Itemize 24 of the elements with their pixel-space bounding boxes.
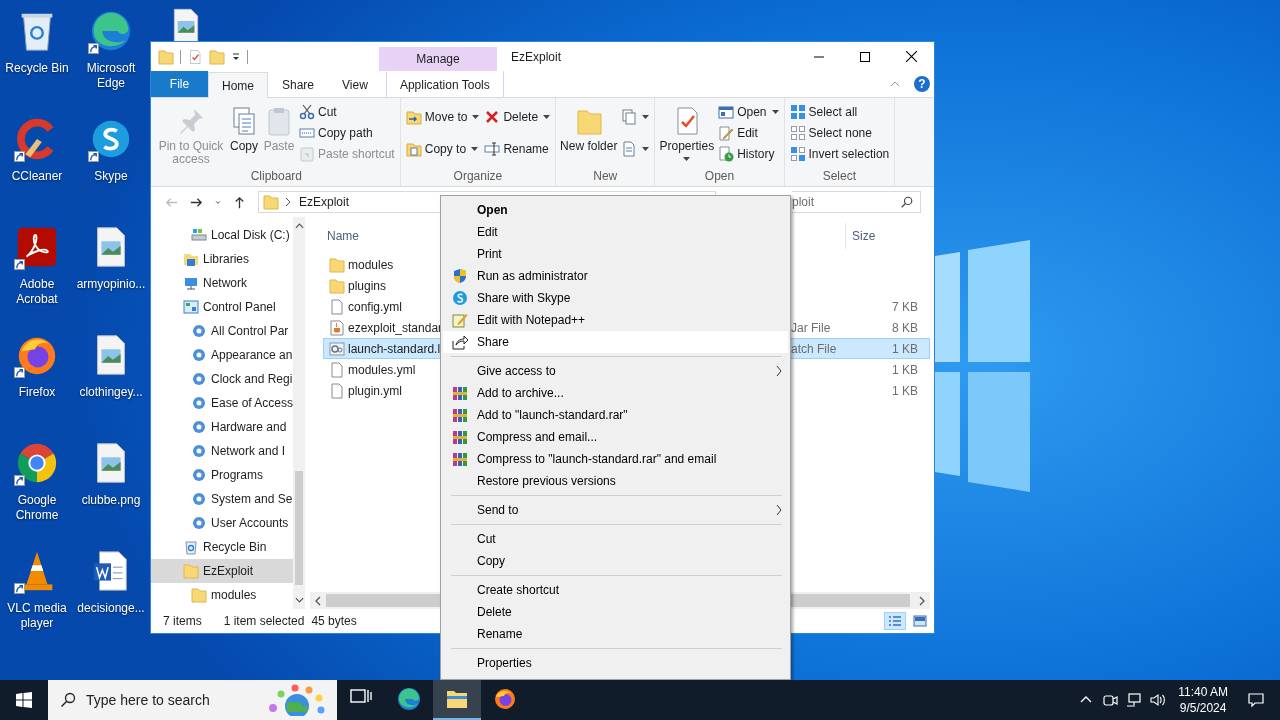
file-name: modules [348,257,394,272]
file-name: plugin.yml [348,383,403,398]
file-size: 8 KB [892,320,918,335]
group-label: Clipboard [249,168,304,185]
selection-info: 1 item selected [223,614,305,628]
item-count: 7 items [163,614,202,628]
window-title: EzExploit [510,48,562,66]
group-label: New [592,168,619,185]
file-size: 7 KB [892,299,918,314]
group-label: Organize [452,168,504,185]
file-type: Jar File [791,320,831,335]
selection-size: 45 bytes [311,614,357,628]
file-name: config.yml [348,299,403,314]
file-name: plugins [348,278,387,293]
group-label: Select [821,168,858,185]
file-type: atch File [791,341,837,356]
file-name: modules.yml [348,362,416,377]
file-size: 1 KB [892,362,918,377]
file-size: 1 KB [892,383,918,398]
group-label: Open [703,168,736,185]
tab-group-label: Manage [379,47,497,71]
file-name: ezexploit_standar [348,320,443,335]
file-name: launch-standard.l [348,341,441,356]
file-size: 1 KB [892,341,918,356]
